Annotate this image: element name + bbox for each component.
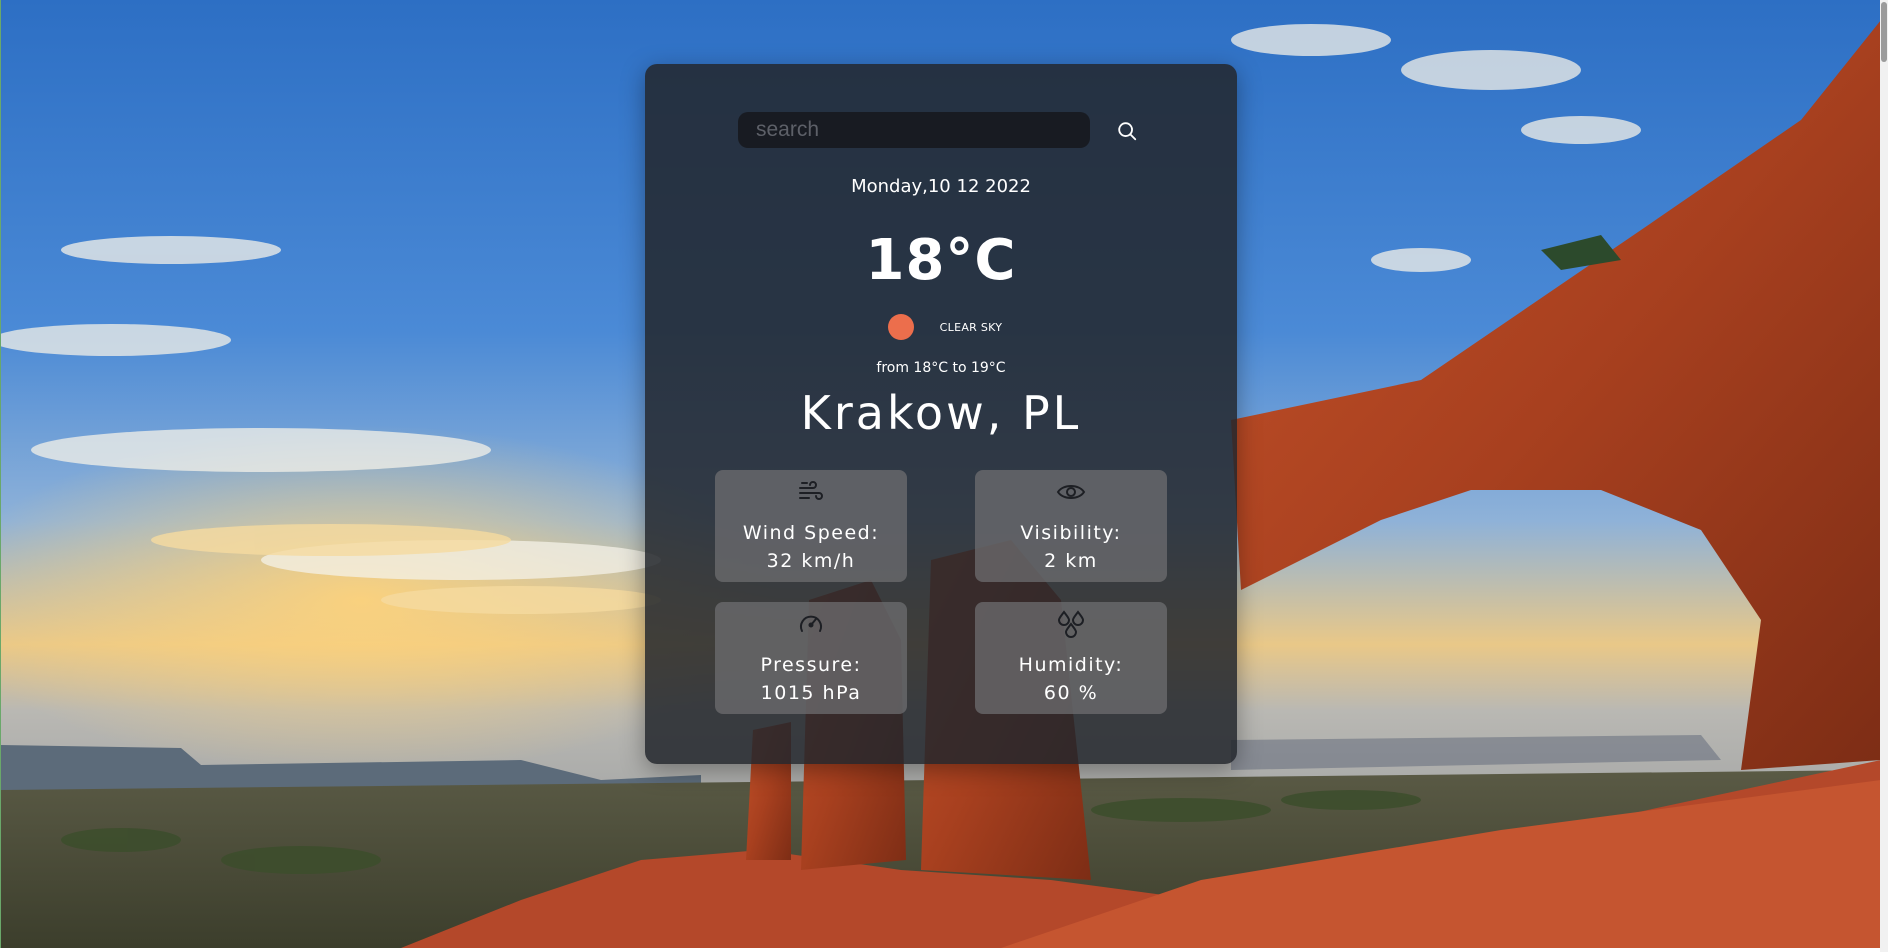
search-button[interactable] [1110,114,1144,148]
pressure-tile: Pressure: 1015 hPa [715,602,907,714]
search-input[interactable] [738,112,1090,148]
temperature: 18°C [865,228,1017,293]
visibility-value: 2 km [1044,550,1098,572]
sun-icon [887,314,914,340]
gauge-icon [800,615,822,632]
current-date: Monday,10 12 2022 [851,176,1031,197]
pressure-label: Pressure: [760,654,862,676]
pressure-value: 1015 hPa [760,682,862,704]
wind-icon [799,481,823,500]
wind-speed-label: Wind Speed: [742,522,880,544]
droplets-icon [1057,610,1085,638]
humidity-value: 60 % [1043,682,1099,704]
wind-speed-tile: Wind Speed: 32 km/h [715,470,907,582]
search-bar [738,112,1158,150]
weather-card: Monday,10 12 2022 18°C CLEAR SKY from 18… [645,64,1237,764]
weather-condition: CLEAR SKY [645,314,1237,340]
visibility-label: Visibility: [1020,522,1122,544]
search-icon [1118,122,1137,141]
eye-icon [1056,485,1086,499]
condition-label: CLEAR SKY [939,320,1003,334]
humidity-label: Humidity: [1018,654,1124,676]
location-name: Krakow, PL [800,386,1082,440]
page-scrollbar[interactable] [1880,0,1888,952]
wind-speed-value: 32 km/h [766,550,856,572]
humidity-tile: Humidity: 60 % [975,602,1167,714]
temperature-range: from 18°C to 19°C [876,360,1006,376]
scrollbar-thumb[interactable] [1881,2,1887,62]
visibility-tile: Visibility: 2 km [975,470,1167,582]
browser-viewport: Monday,10 12 2022 18°C CLEAR SKY from 18… [0,0,1888,952]
